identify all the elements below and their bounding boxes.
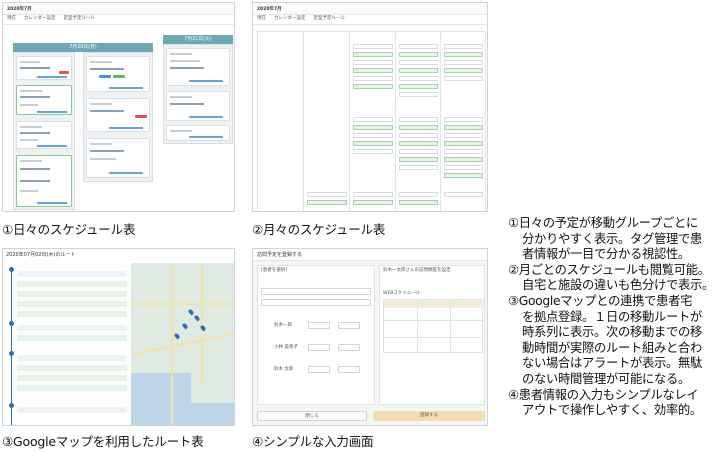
visit-card[interactable] — [86, 138, 150, 178]
form-title: 訪問予定を登録する — [257, 252, 303, 258]
visit-card[interactable] — [86, 98, 150, 132]
period-label: 2020年7月 — [257, 6, 282, 12]
visit-card[interactable] — [16, 155, 72, 207]
time-input[interactable] — [308, 322, 330, 329]
period-label: 2020年7月 — [7, 6, 32, 12]
weekly-schedule-table — [383, 299, 484, 354]
map-pin-icon[interactable] — [193, 314, 201, 322]
desc-line: ①日々の予定が移動グループごとに — [508, 216, 698, 230]
patient-name-1: 鈴木一郎 — [274, 323, 292, 328]
google-map[interactable] — [131, 263, 234, 425]
desc-line: ④患者情報の入力もシンプルなレイ — [508, 387, 699, 402]
desc-line: ③Googleマップとの連携で患者宅 — [508, 293, 693, 308]
schedule-label: WEBスケジュール — [383, 291, 421, 296]
visit-card[interactable] — [166, 125, 230, 141]
tab-calendar-settings[interactable]: カレンダー設定 — [24, 17, 56, 22]
group-select[interactable] — [261, 288, 371, 295]
time-input[interactable] — [338, 344, 360, 351]
submit-button[interactable]: 登録する — [373, 411, 485, 421]
visit-card[interactable] — [16, 121, 72, 149]
route-map-screenshot: 2020年07月02日(木)のルート — [2, 248, 235, 426]
desc-line: 者情報が一目で分かる視認性。 — [522, 247, 690, 262]
day-header-1: 7月20日(月) — [13, 43, 153, 52]
form-right-panel: 鈴木一太郎さんの訪問頻度を設定 WEBスケジュール — [379, 265, 485, 405]
patient-name-2: 小林 美恵子 — [274, 345, 298, 350]
desc-line: を拠点登録。１日の移動ルートが — [522, 309, 702, 324]
cancel-button[interactable]: 閉じる — [257, 411, 367, 421]
toolbar: 2020年7月 — [253, 3, 487, 15]
visit-card[interactable] — [86, 56, 150, 92]
time-input[interactable] — [338, 322, 360, 329]
time-input[interactable] — [338, 366, 360, 373]
tab-routine-rules[interactable]: 定型予定ルール — [64, 17, 96, 22]
form-left-panel: [患者を選択] 鈴木一郎 小林 美恵子 鈴木 太郎 — [257, 265, 375, 405]
daily-schedule-screenshot: 2020年7月 現在 カレンダー設定 定型予定ルール 7月20日(月) 7月21… — [2, 2, 235, 212]
caption-input: ④シンプルな入力画面 — [252, 434, 374, 449]
time-input[interactable] — [308, 366, 330, 373]
tab-calendar-settings[interactable]: カレンダー設定 — [274, 17, 306, 22]
desc-line: アウトで操作しやすく、効率的。 — [522, 403, 702, 418]
time-input[interactable] — [308, 344, 330, 351]
map-pin-icon[interactable] — [187, 308, 195, 316]
tab-routine-rules[interactable]: 定型予定ルール — [314, 17, 346, 22]
map-pin-icon[interactable] — [181, 322, 189, 330]
map-pin-icon[interactable] — [173, 332, 181, 340]
visit-card[interactable] — [166, 91, 230, 121]
desc-line: ②月ごとのスケジュールも閲覧可能。 — [508, 262, 710, 277]
desc-line: 分かりやすく表示。タグ管理で患 — [522, 231, 702, 246]
desc-line: のない時間管理が可能になる。 — [522, 371, 690, 386]
visit-card[interactable] — [16, 85, 72, 115]
desc-line: 動時間が実際のルート組みと合わ — [522, 340, 702, 355]
section-label: [患者を選択] — [261, 268, 288, 273]
route-title: 2020年07月02日(木)のルート — [6, 252, 76, 258]
patient-select[interactable] — [261, 299, 371, 306]
input-form-screenshot: 訪問予定を登録する [患者を選択] 鈴木一郎 小林 美恵子 鈴木 太郎 鈴木一太… — [252, 248, 488, 426]
desc-line: 時系列に表示。次の移動までの移 — [522, 325, 702, 340]
patient-name-3: 鈴木 太郎 — [274, 367, 294, 372]
right-title: 鈴木一太郎さんの訪問頻度を設定 — [383, 268, 451, 273]
toolbar: 2020年7月 — [3, 3, 234, 15]
monthly-schedule-screenshot: 2020年7月 現在 カレンダー設定 定型予定ルール — [252, 2, 488, 212]
tab-current[interactable]: 現在 — [7, 17, 16, 22]
visit-card[interactable] — [16, 56, 72, 80]
route-timeline — [3, 263, 131, 425]
visit-card[interactable] — [166, 48, 230, 86]
caption-route: ③Googleマップを利用したルート表 — [2, 434, 204, 449]
desc-line: ない場合はアラートが表示。無駄 — [522, 356, 702, 371]
caption-monthly: ②月々のスケジュール表 — [252, 222, 386, 237]
tab-current[interactable]: 現在 — [257, 17, 266, 22]
feature-description: ①日々の予定が移動グループごとに 分かりやすく表示。タグ管理で患 者情報が一目で… — [508, 216, 718, 419]
caption-daily: ①日々のスケジュール表 — [2, 222, 136, 237]
month-grid — [257, 31, 486, 211]
desc-line: 自宅と施設の違いも色分けで表示。 — [522, 278, 714, 293]
day-header-2: 7月21日(火) — [163, 35, 233, 44]
